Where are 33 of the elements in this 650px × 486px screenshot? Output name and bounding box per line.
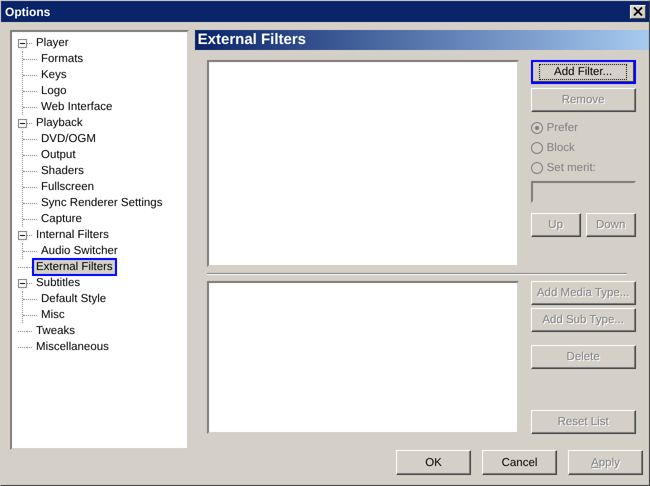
filter-list[interactable]	[206, 60, 519, 267]
tree-item[interactable]: Output	[37, 146, 80, 164]
tree-item[interactable]: Keys	[37, 66, 71, 84]
page-header: External Filters	[194, 30, 649, 50]
tree-item[interactable]: Misc	[37, 306, 69, 324]
close-button[interactable]	[630, 4, 646, 18]
close-icon	[633, 7, 643, 16]
tree-item[interactable]: Player	[32, 34, 73, 52]
tree-item[interactable]: Shaders	[37, 162, 88, 180]
tree-item[interactable]: Fullscreen	[37, 178, 98, 196]
tree-item[interactable]: Capture	[37, 210, 86, 228]
tree-item[interactable]: Miscellaneous	[32, 338, 113, 356]
tree-item[interactable]: External Filters	[32, 258, 117, 276]
tree-item[interactable]: DVD/OGM	[37, 130, 100, 148]
filter-button[interactable]: Add Filter...	[530, 60, 636, 84]
tree-item[interactable]: Logo	[37, 82, 71, 100]
window-title: Options	[5, 4, 50, 18]
dialog-button[interactable]: OK	[396, 450, 471, 475]
collapse-icon[interactable]	[18, 38, 27, 48]
collapse-icon[interactable]	[18, 230, 27, 240]
tree-item[interactable]: Subtitles	[32, 274, 84, 292]
media-type-list[interactable]	[206, 281, 519, 434]
tree-item[interactable]: Audio Switcher	[37, 242, 122, 260]
tree-item[interactable]: Sync Renderer Settings	[37, 194, 166, 212]
collapse-icon[interactable]	[18, 118, 27, 128]
tree-item[interactable]: Tweaks	[32, 322, 79, 340]
tree-item[interactable]: Playback	[32, 114, 87, 132]
tree-item[interactable]: Default Style	[37, 290, 110, 308]
tree-item[interactable]: Web Interface	[37, 98, 116, 116]
tree-item[interactable]: Internal Filters	[32, 226, 113, 244]
tree-item[interactable]: Formats	[37, 50, 88, 68]
collapse-icon[interactable]	[18, 278, 27, 288]
dialog-button[interactable]: Cancel	[482, 450, 557, 475]
